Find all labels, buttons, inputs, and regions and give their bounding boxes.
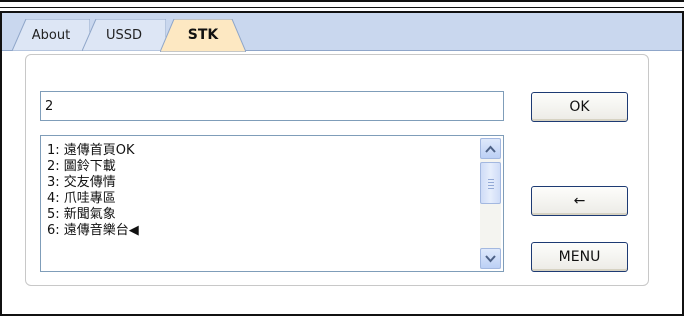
scroll-up-button[interactable]	[480, 138, 501, 159]
menu-button[interactable]: MENU	[531, 242, 628, 272]
list-item[interactable]: 5: 新聞氣象	[47, 207, 475, 223]
chevron-up-icon	[485, 145, 496, 153]
scroll-thumb[interactable]	[480, 162, 501, 204]
vertical-scrollbar[interactable]	[480, 138, 501, 269]
tab-stk-label: STK	[187, 27, 219, 43]
tab-about-label: About	[31, 27, 71, 43]
tab-stk[interactable]: STK	[160, 19, 246, 52]
list-item[interactable]: 1: 遠傳首頁OK	[47, 143, 475, 159]
list-item[interactable]: 4: 爪哇專區	[47, 191, 475, 207]
chevron-down-icon	[485, 254, 496, 262]
list-item[interactable]: 3: 交友傳情	[47, 175, 475, 191]
stk-input-field[interactable]	[40, 91, 504, 121]
scroll-down-button[interactable]	[480, 248, 501, 269]
tab-about[interactable]: About	[12, 19, 90, 51]
ok-button[interactable]: OK	[531, 92, 628, 122]
list-items: 1: 遠傳首頁OK 2: 圖鈴下載 3: 交友傳情 4: 爪哇專區 5: 新聞氣…	[47, 143, 475, 239]
tab-bar: About USSD STK	[2, 13, 682, 52]
stk-menu-listbox[interactable]: 1: 遠傳首頁OK 2: 圖鈴下載 3: 交友傳情 4: 爪哇專區 5: 新聞氣…	[40, 135, 504, 272]
tab-ussd-label: USSD	[105, 27, 143, 43]
list-item[interactable]: 2: 圖鈴下載	[47, 159, 475, 175]
tab-ussd[interactable]: USSD	[82, 19, 166, 51]
window-top-border	[0, 0, 684, 13]
back-button[interactable]: ←	[531, 186, 628, 216]
list-item[interactable]: 6: 遠傳音樂台◀	[47, 223, 475, 239]
